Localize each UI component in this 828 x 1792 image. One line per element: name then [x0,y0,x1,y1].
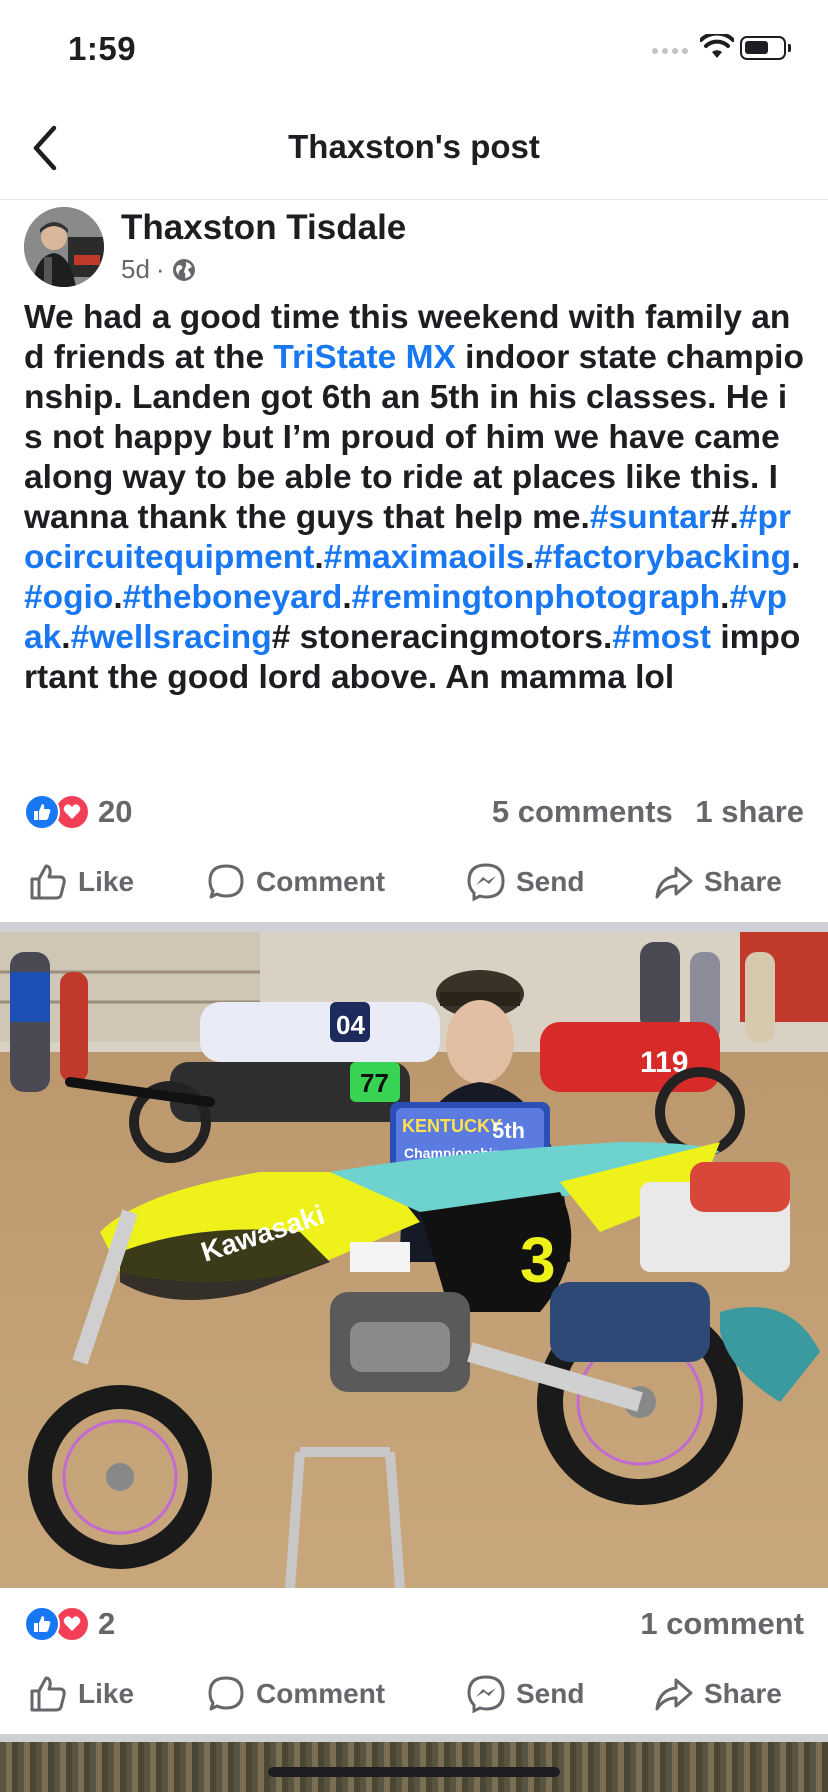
photo-like-button[interactable]: Like [28,1674,134,1714]
photo-comment-label: Comment [256,1678,386,1709]
comment-count[interactable]: 5 comments [492,794,673,829]
comment-label: Comment [256,866,386,897]
wifi-icon [700,34,734,58]
post-text-segment: . [720,579,730,616]
send-button[interactable]: Send [466,862,584,902]
thumbs-up-icon [30,1676,66,1712]
photo-send-label: Send [516,1678,585,1709]
like-label: Like [78,866,135,897]
motocross-photo: 04 77 119 KENTUCKY 5th Championship 3 Ka… [0,932,828,1588]
hashtag-link[interactable]: #suntar [590,499,711,536]
hashtag-link[interactable]: #factorybacking [534,539,791,576]
reaction-summary[interactable]: 20 [24,794,132,830]
section-divider [0,922,828,932]
hashtag-link[interactable]: #theboneyard [123,579,343,616]
post-counts[interactable]: 5 comments 1 share [492,794,804,830]
post-body-text: We had a good time this weekend with fam… [24,298,804,698]
photo-reaction-summary[interactable]: 2 [24,1606,115,1642]
photo-comment-button[interactable]: Comment [206,1674,385,1714]
like-reaction-icon [24,794,60,830]
post-photo[interactable]: 04 77 119 KENTUCKY 5th Championship 3 Ka… [0,932,828,1588]
cellular-signal-icon [652,48,688,54]
battery-icon [740,36,791,60]
home-indicator[interactable] [268,1767,560,1777]
photo-share-button[interactable]: Share [654,1674,782,1714]
share-button[interactable]: Share [654,862,782,902]
reaction-count: 20 [98,794,133,829]
photo-share-label: Share [704,1678,782,1709]
thumbs-up-icon [30,864,66,900]
photo-comment-count[interactable]: 1 comment [640,1606,804,1642]
bike-number: 3 [520,1224,556,1296]
meta-separator: · [155,254,165,284]
messenger-icon [467,863,505,902]
trophy-place: 5th [492,1118,525,1143]
like-button[interactable]: Like [28,862,134,902]
photo-reaction-count: 2 [98,1606,116,1641]
status-time: 1:59 [68,30,137,67]
share-arrow-icon [655,1678,693,1711]
post-age: 5d [121,254,150,284]
bg-bike-number-2: 77 [360,1068,389,1098]
header-divider [0,199,828,200]
post-author[interactable]: Thaxston Tisdale [121,208,406,248]
comment-bubble-icon [208,1676,244,1711]
post-text-segment: . [524,539,535,576]
hashtag-link[interactable]: #wellsracing [71,619,272,656]
post-text-segment: . [342,579,352,616]
photo-like-label: Like [78,1678,135,1709]
post-meta: 5d · [121,254,197,285]
send-label: Send [516,866,585,897]
avatar-photo [24,207,104,287]
post-text-segment: . [61,619,71,656]
share-arrow-icon [655,866,693,899]
messenger-icon [467,1675,505,1714]
trophy-title: KENTUCKY [402,1116,502,1136]
post-text-segment: #. [710,499,739,536]
photo-like-reaction-icon [24,1606,60,1642]
comment-button[interactable]: Comment [206,862,385,902]
section-divider-2 [0,1734,828,1742]
post-text-segment: # stoneracingmotors. [271,619,613,656]
page-title: Thaxston's post [288,128,540,165]
globe-icon [172,258,195,281]
hashtag-link[interactable]: #remingtonphotograph [352,579,720,616]
hashtag-link[interactable]: #most [612,619,711,656]
share-count[interactable]: 1 share [695,794,804,829]
post-text-segment: . [791,539,801,576]
page-link[interactable]: TriState MX [273,339,455,376]
share-label: Share [704,866,782,897]
bg-bike-number-1: 04 [336,1010,365,1040]
post-text-segment: . [113,579,123,616]
avatar[interactable] [24,207,104,287]
hashtag-link[interactable]: #maximaoils [324,539,525,576]
photo-send-button[interactable]: Send [466,1674,584,1714]
post-text-segment: . [314,539,324,576]
hashtag-link[interactable]: #ogio [24,579,113,616]
comment-bubble-icon [208,864,244,899]
